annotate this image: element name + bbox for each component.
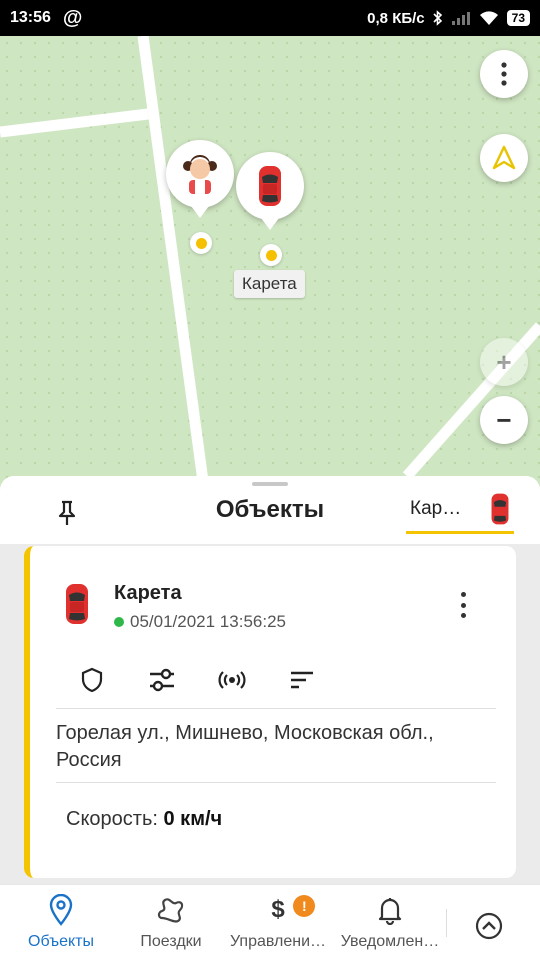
card-divider (56, 782, 496, 783)
net-speed: 0,8 КБ/с (367, 9, 425, 27)
broadcast-button[interactable] (210, 658, 254, 702)
drag-handle[interactable] (252, 482, 288, 486)
bell-icon (378, 898, 402, 925)
object-actions (70, 658, 324, 702)
security-button[interactable] (70, 658, 114, 702)
object-address: Горелая ул., Мишнево, Московская обл., Р… (56, 722, 434, 771)
object-card[interactable]: Карета 05/01/2021 13:56:25 Горелая ул., … (24, 546, 516, 878)
shield-icon (81, 667, 103, 693)
nav-objects-label: Объекты (28, 933, 94, 950)
notification-at-icon: @ (62, 6, 83, 29)
zoom-in-button[interactable]: + (480, 338, 528, 386)
nav-trips-label: Поездки (140, 933, 202, 950)
nav-separator (446, 909, 447, 937)
object-status-row: 05/01/2021 13:56:25 (114, 612, 286, 632)
map-pin-icon (49, 894, 73, 926)
nav-notifications-label: Уведомлен… (340, 933, 440, 950)
car-marker[interactable] (236, 152, 304, 230)
broadcast-icon (218, 671, 246, 689)
more-vertical-icon (501, 62, 507, 86)
zoom-out-button[interactable]: − (480, 396, 528, 444)
speed-value: 0 км/ч (163, 808, 223, 830)
locate-button[interactable] (480, 134, 528, 182)
minus-icon: − (496, 404, 512, 435)
object-name: Карета (114, 582, 182, 604)
selected-object-tab-label: Кар… (410, 497, 462, 519)
red-car-icon (66, 584, 88, 624)
sort-button[interactable] (280, 658, 324, 702)
girl-avatar-icon (183, 155, 217, 194)
object-timestamp: 05/01/2021 13:56:25 (130, 612, 286, 631)
objects-sheet: Объекты Кар… Карета 05/01/2021 13:56:25 (0, 476, 540, 884)
nav-notifications[interactable]: Уведомлен… (336, 885, 444, 960)
plus-icon: + (496, 346, 512, 377)
card-divider (56, 708, 496, 709)
nav-management-label: Управлени… (229, 933, 327, 950)
person-marker[interactable] (166, 140, 234, 218)
battery-indicator: 73 (506, 10, 530, 26)
status-time: 13:56 (10, 9, 51, 26)
notification-badge: ! (293, 895, 316, 917)
car-map-label: Карета (234, 270, 305, 298)
sort-lines-icon (291, 671, 313, 689)
route-icon (157, 898, 184, 923)
map-menu-button[interactable] (480, 50, 528, 98)
controls-button[interactable] (140, 658, 184, 702)
online-status-dot (114, 617, 124, 627)
expand-button[interactable] (474, 911, 504, 946)
nav-trips[interactable]: Поездки (126, 885, 216, 960)
navigation-arrow-icon (492, 145, 516, 170)
sliders-icon (150, 668, 174, 692)
nav-objects[interactable]: Объекты (14, 885, 108, 960)
red-car-icon (259, 166, 281, 206)
map-roads (0, 36, 540, 496)
bottom-navigation: Объекты Поездки $ ! Управлени… Уведомлен… (0, 884, 540, 960)
chevron-up-circle-icon (475, 912, 503, 940)
wifi-icon (479, 11, 498, 25)
bluetooth-icon (433, 10, 442, 26)
car-location-dot[interactable] (260, 244, 282, 266)
speed-label: Скорость: (66, 808, 158, 830)
object-menu-button[interactable] (450, 590, 476, 620)
nav-management[interactable]: $ ! Управлени… (224, 885, 332, 960)
signal-icon (451, 12, 470, 25)
status-bar: 13:56 @ 0,8 КБ/с 73 (0, 0, 540, 36)
sheet-header: Объекты Кар… (0, 476, 540, 544)
person-location-dot[interactable] (190, 232, 212, 254)
selected-object-tab[interactable]: Кар… (406, 486, 514, 534)
red-car-icon (491, 493, 509, 524)
map-view[interactable]: Карета + − (0, 36, 540, 496)
object-speed: Скорость: 0 км/ч (66, 808, 222, 831)
dollar-icon: $ (271, 896, 285, 923)
